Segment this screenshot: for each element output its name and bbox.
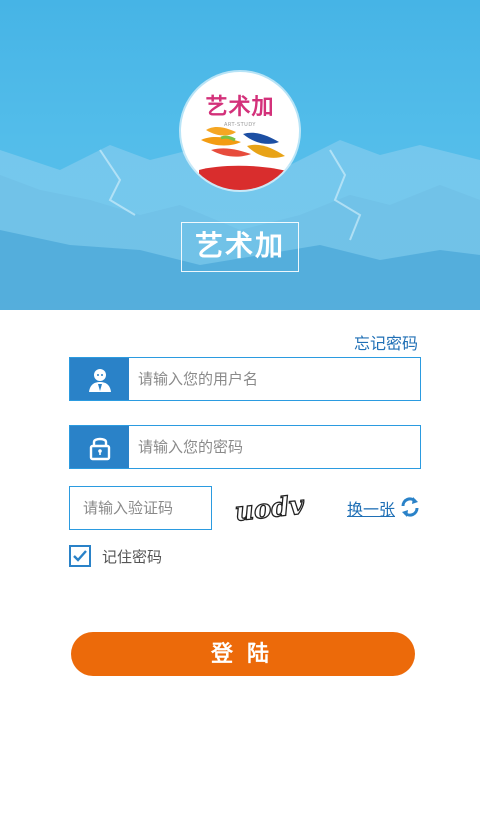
header-banner: 艺术加 ART-STUDY 艺术加	[0, 0, 480, 310]
username-input[interactable]	[130, 358, 418, 400]
remember-password-label[interactable]: 记住密码	[102, 546, 162, 567]
app-title: 艺术加	[181, 222, 299, 272]
refresh-captcha-link[interactable]: 换一张	[347, 496, 395, 520]
username-field[interactable]	[69, 357, 421, 401]
captcha-image[interactable]: uodv	[231, 490, 313, 528]
forgot-password-link[interactable]: 忘记密码	[354, 330, 418, 354]
check-icon	[73, 550, 87, 562]
lock-icon	[89, 437, 111, 461]
login-button[interactable]: 登陆	[71, 632, 415, 676]
logo-graphic	[199, 126, 291, 190]
lock-icon-box	[70, 426, 129, 468]
captcha-text: uodv	[234, 490, 307, 527]
user-icon-box	[70, 358, 129, 400]
password-input[interactable]	[130, 426, 418, 468]
refresh-icon[interactable]	[399, 496, 421, 518]
app-logo: 艺术加 ART-STUDY	[181, 72, 299, 190]
user-icon	[89, 369, 111, 392]
remember-password-checkbox[interactable]	[69, 545, 91, 567]
captcha-input[interactable]	[69, 486, 212, 530]
password-field[interactable]	[69, 425, 421, 469]
